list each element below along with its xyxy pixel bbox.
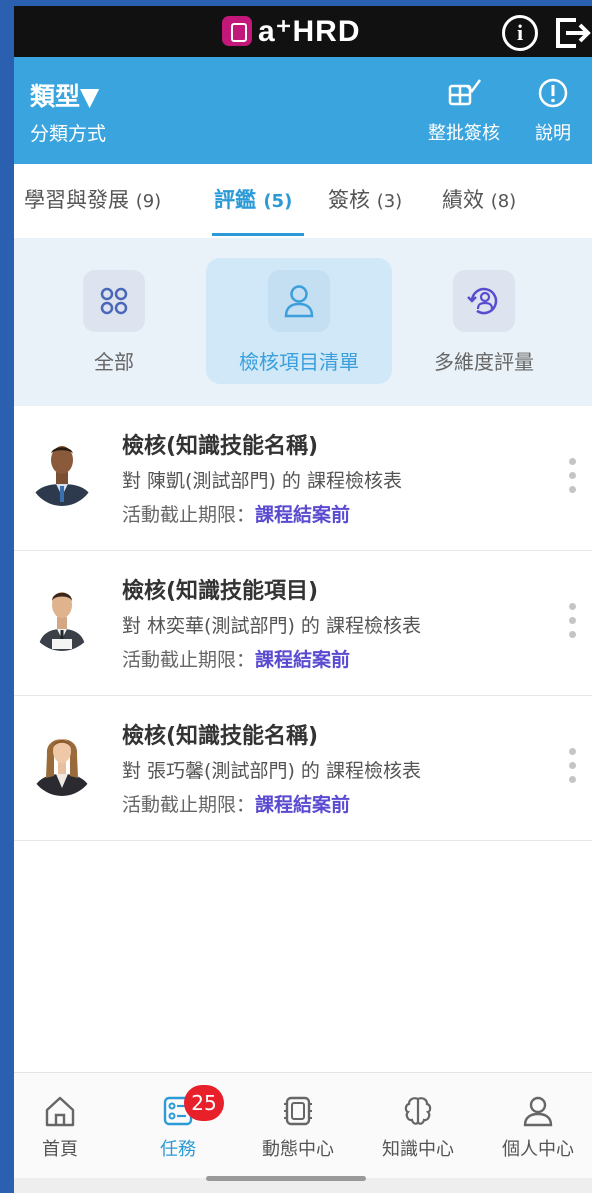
help-button[interactable]: 說明 xyxy=(528,75,578,145)
bottom-navigation: 首頁 25 任務 動態中心 知識中心 個人中心 xyxy=(14,1072,592,1178)
active-tab-indicator xyxy=(212,233,304,236)
deadline-label: 活動截止期限： xyxy=(122,649,256,671)
app-name: a⁺HRD xyxy=(258,14,361,48)
list-item[interactable]: 檢核(知識技能名稱) 對 張巧馨(測試部門) 的 課程檢核表 活動截止期限：課程… xyxy=(14,696,592,841)
home-indicator xyxy=(206,1176,366,1181)
item-description: 對 林奕華(測試部門) 的 課程檢核表 xyxy=(122,615,421,637)
exclamation-circle-icon xyxy=(538,78,568,108)
nav-label: 知識中心 xyxy=(382,1139,454,1160)
batch-approve-button[interactable]: 整批簽核 xyxy=(418,75,510,145)
nav-profile[interactable]: 個人中心 xyxy=(488,1091,588,1161)
deadline-value: 課程結案前 xyxy=(255,794,351,816)
info-icon[interactable]: i xyxy=(502,15,538,51)
profile-icon xyxy=(523,1096,553,1127)
tab-count: (9) xyxy=(135,191,162,212)
item-title: 檢核(知識技能名稱) xyxy=(122,724,319,749)
task-list: 檢核(知識技能名稱) 對 陳凱(測試部門) 的 課程檢核表 活動截止期限：課程結… xyxy=(14,406,592,841)
category-all[interactable]: 全部 xyxy=(52,258,176,384)
deadline-label: 活動截止期限： xyxy=(122,504,256,526)
tab-learning[interactable]: 學習與發展 (9) xyxy=(24,184,161,214)
category-checklist[interactable]: 檢核項目清單 xyxy=(206,258,392,384)
tab-count: (3) xyxy=(376,191,403,212)
activity-icon xyxy=(284,1096,312,1126)
item-description: 對 張巧馨(測試部門) 的 課程檢核表 xyxy=(122,760,421,782)
tab-label: 學習與發展 xyxy=(24,188,129,212)
home-icon xyxy=(45,1096,75,1127)
category-multidimensional[interactable]: 多維度評量 xyxy=(418,258,550,384)
brain-icon xyxy=(404,1097,432,1125)
type-filter-button[interactable]: 類型▼ xyxy=(30,77,99,113)
nav-label: 動態中心 xyxy=(262,1139,334,1160)
tab-label: 績效 xyxy=(442,188,484,212)
logo-badge-icon xyxy=(222,16,252,46)
person-icon xyxy=(268,270,330,332)
category-label: 全部 xyxy=(94,350,134,374)
more-options-icon[interactable] xyxy=(564,748,580,792)
exit-icon[interactable] xyxy=(554,16,592,50)
avatar xyxy=(28,579,96,651)
deadline-label: 活動截止期限： xyxy=(122,794,256,816)
item-deadline: 活動截止期限：課程結案前 xyxy=(122,645,350,672)
batch-approve-label: 整批簽核 xyxy=(428,123,500,144)
tab-evaluation[interactable]: 評鑑 (5) xyxy=(214,184,292,214)
avatar xyxy=(28,724,96,796)
tab-approval[interactable]: 簽核 (3) xyxy=(328,184,402,214)
avatar xyxy=(28,434,96,506)
nav-activity-center[interactable]: 動態中心 xyxy=(248,1091,348,1161)
tab-label: 評鑑 xyxy=(214,188,256,212)
tab-count: (8) xyxy=(490,191,517,212)
type-filter-subtitle: 分類方式 xyxy=(30,123,107,145)
grid-icon xyxy=(83,270,145,332)
item-title: 檢核(知識技能名稱) xyxy=(122,434,319,459)
category-label: 檢核項目清單 xyxy=(239,350,359,374)
list-item[interactable]: 檢核(知識技能項目) 對 林奕華(測試部門) 的 課程檢核表 活動截止期限：課程… xyxy=(14,551,592,696)
batch-check-icon xyxy=(448,79,481,106)
item-deadline: 活動截止期限：課程結案前 xyxy=(122,500,350,527)
item-description: 對 陳凱(測試部門) 的 課程檢核表 xyxy=(122,470,402,492)
more-options-icon[interactable] xyxy=(564,458,580,502)
app-frame: a⁺HRD i 類型▼ 分類方式 整批簽核 說明 學習與發展 (9) 評鑑 (5… xyxy=(14,6,592,1193)
category-label: 多維度評量 xyxy=(434,350,534,374)
nav-knowledge-center[interactable]: 知識中心 xyxy=(368,1091,468,1161)
title-bar: a⁺HRD i xyxy=(14,6,592,57)
page-header: 類型▼ 分類方式 整批簽核 說明 xyxy=(14,57,592,164)
nav-label: 任務 xyxy=(160,1139,196,1160)
list-item[interactable]: 檢核(知識技能名稱) 對 陳凱(測試部門) 的 課程檢核表 活動截止期限：課程結… xyxy=(14,406,592,551)
nav-label: 首頁 xyxy=(42,1139,78,1160)
tab-count: (5) xyxy=(263,191,293,212)
person-cycle-icon xyxy=(453,270,515,332)
nav-tasks[interactable]: 25 任務 xyxy=(128,1085,228,1161)
deadline-value: 課程結案前 xyxy=(255,504,351,526)
more-options-icon[interactable] xyxy=(564,603,580,647)
tab-performance[interactable]: 績效 (8) xyxy=(442,184,516,214)
task-count-badge: 25 xyxy=(184,1085,224,1121)
deadline-value: 課程結案前 xyxy=(255,649,351,671)
item-title: 檢核(知識技能項目) xyxy=(122,579,319,604)
nav-label: 個人中心 xyxy=(502,1139,574,1160)
nav-home[interactable]: 首頁 xyxy=(14,1091,110,1161)
app-logo: a⁺HRD xyxy=(222,12,361,50)
item-deadline: 活動截止期限：課程結案前 xyxy=(122,790,350,817)
help-label: 說明 xyxy=(535,123,571,144)
tab-bar: 學習與發展 (9) 評鑑 (5) 簽核 (3) 績效 (8) xyxy=(14,164,592,238)
tab-label: 簽核 xyxy=(328,188,370,212)
category-filter: 全部 檢核項目清單 多維度評量 xyxy=(14,238,592,406)
